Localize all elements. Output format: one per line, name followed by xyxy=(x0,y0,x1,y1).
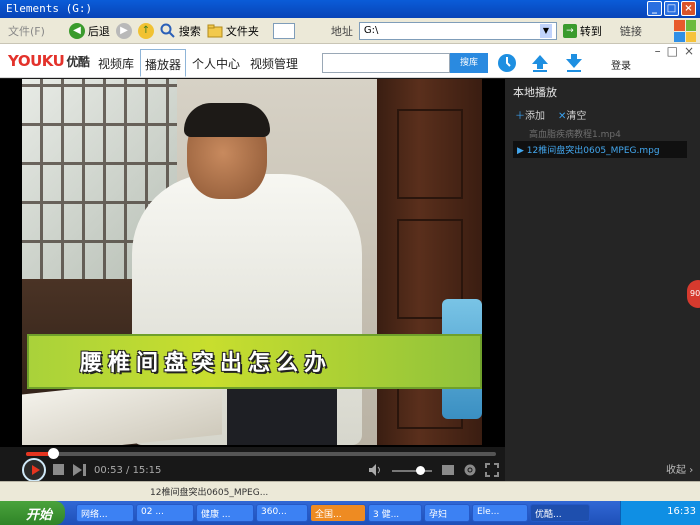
folder-icon xyxy=(207,24,223,37)
clock-icon[interactable] xyxy=(497,53,517,73)
taskbar-item[interactable]: 网络... xyxy=(76,504,134,522)
explorer-title-bar: Elements (G:) _ □ × xyxy=(0,0,700,18)
chevron-down-icon[interactable]: ▼ xyxy=(539,23,552,38)
menu-file[interactable]: 文件(F) xyxy=(8,23,45,39)
explorer-toolbar: 文件(F) ◀ 后退 ▶ ↑ 搜索 文件夹 地址 G:\ ▼ → 转到 链接 xyxy=(0,18,700,44)
taskbar: 开始 网络... 02 ... 健康 ... 360... 全国... 3 健... 孕妇 E… xyxy=(0,501,700,525)
add-button[interactable]: ＋添加 xyxy=(515,107,545,122)
window-minimize-icon[interactable]: – xyxy=(655,44,661,58)
side-badge[interactable]: 90 xyxy=(687,280,700,308)
explorer-title: Elements (G:) xyxy=(6,2,93,15)
go-label: 转到 xyxy=(579,24,602,38)
volume-slider[interactable] xyxy=(392,470,432,472)
clock: 16:33 xyxy=(667,506,696,517)
fullscreen-icon[interactable] xyxy=(485,463,499,477)
youku-nav: 视频库 播放器 个人中心 视频管理 xyxy=(94,49,304,77)
folders-label: 文件夹 xyxy=(225,24,259,38)
address-label: 地址 xyxy=(330,24,353,38)
settings-icon[interactable] xyxy=(463,463,477,477)
search-library-label: 搜库 xyxy=(459,58,478,68)
task-list: 网络... 02 ... 健康 ... 360... 全国... 3 健... 孕妇 Ele.… xyxy=(76,504,590,522)
login-button[interactable]: 登录 xyxy=(611,57,631,72)
next-icon[interactable] xyxy=(73,464,87,476)
taskbar-item[interactable]: 健康 ... xyxy=(196,504,254,522)
taskbar-item[interactable]: Ele... xyxy=(472,504,528,522)
total-time: 15:15 xyxy=(132,465,162,476)
background-file-label: 12椎间盘突出0605_MPEG... xyxy=(150,488,269,498)
add-label: 添加 xyxy=(525,111,545,122)
system-tray: 16:33 xyxy=(620,501,700,525)
collapse-label: 收起 xyxy=(666,465,686,476)
download-icon[interactable] xyxy=(564,53,584,73)
tab-video-management[interactable]: 视频管理 xyxy=(246,52,302,77)
youku-header: YOUKU 优酷 视频库 播放器 个人中心 视频管理 搜库 登录 – □ × xyxy=(0,44,700,78)
taskbar-item[interactable]: 孕妇 xyxy=(424,504,470,522)
playlist-title: 本地播放 xyxy=(513,86,557,99)
up-folder-icon[interactable]: ↑ xyxy=(137,22,154,39)
address-field[interactable]: G:\ ▼ xyxy=(358,21,557,40)
video-player[interactable]: 腰椎间盘突出怎么办 xyxy=(0,79,505,447)
folders-button[interactable]: 文件夹 xyxy=(207,23,259,39)
search-library-button[interactable]: 搜库 xyxy=(450,53,488,73)
address-value: G:\ xyxy=(363,25,379,36)
search-button[interactable]: 搜索 xyxy=(160,23,201,39)
go-button[interactable]: → 转到 xyxy=(562,23,602,39)
taskbar-item[interactable]: 全国... xyxy=(310,504,366,522)
time-readout: 00:53 / 15:15 xyxy=(94,465,162,476)
playlist-item-playing[interactable]: ▶ 12椎间盘突出0605_MPEG.mpg xyxy=(513,141,687,158)
plus-icon: ＋ xyxy=(515,111,525,122)
progress-track[interactable] xyxy=(26,452,496,456)
window-restore-icon[interactable]: □ xyxy=(667,44,678,58)
play-button[interactable] xyxy=(22,458,46,482)
clear-label: 清空 xyxy=(566,111,587,122)
playlist-item[interactable]: 高血脂疾病教程1.mp4 xyxy=(529,127,621,140)
close-icon[interactable]: × xyxy=(681,1,696,16)
current-time: 00:53 xyxy=(94,465,123,476)
clear-button[interactable]: ✕清空 xyxy=(558,107,586,122)
chevron-right-icon: › xyxy=(689,465,694,476)
windows-logo-icon xyxy=(674,20,696,42)
playlist-toggle-icon[interactable] xyxy=(441,463,455,477)
minimize-icon[interactable]: _ xyxy=(647,1,662,16)
stop-button[interactable] xyxy=(53,464,64,475)
video-frame: 腰椎间盘突出怎么办 xyxy=(22,79,482,445)
search-icon xyxy=(160,23,175,38)
tab-personal-center[interactable]: 个人中心 xyxy=(188,52,244,77)
start-button[interactable]: 开始 xyxy=(0,501,65,525)
tab-video-library[interactable]: 视频库 xyxy=(94,52,138,77)
youku-logo[interactable]: YOUKU 优酷 xyxy=(8,52,90,70)
back-icon: ◀ xyxy=(68,22,85,39)
back-button[interactable]: ◀ 后退 xyxy=(68,22,110,39)
views-icon[interactable] xyxy=(272,22,295,39)
maximize-icon[interactable]: □ xyxy=(664,1,679,16)
go-arrow-icon: → xyxy=(562,23,577,38)
playing-icon: ▶ xyxy=(517,146,527,156)
taskbar-item[interactable]: 3 健... xyxy=(368,504,422,522)
search-label: 搜索 xyxy=(178,24,201,38)
back-label: 后退 xyxy=(87,24,110,38)
taskbar-item[interactable]: 360... xyxy=(256,504,308,522)
start-label: 开始 xyxy=(26,508,53,523)
logo-cn-text: 优酷 xyxy=(66,55,90,69)
taskbar-item[interactable]: 优酷... xyxy=(530,504,590,522)
forward-icon[interactable]: ▶ xyxy=(115,22,132,39)
taskbar-item[interactable]: 02 ... xyxy=(136,504,194,522)
video-subtitle: 腰椎间盘突出怎么办 xyxy=(80,351,333,376)
volume-handle[interactable] xyxy=(416,466,425,475)
upload-icon[interactable] xyxy=(530,53,550,73)
window-close-icon[interactable]: × xyxy=(684,44,694,58)
tab-player[interactable]: 播放器 xyxy=(140,49,187,77)
background-status-strip: 12椎间盘突出0605_MPEG... xyxy=(0,481,700,501)
links-label[interactable]: 链接 xyxy=(620,23,642,39)
logo-youku-text: YOUKU xyxy=(8,52,65,70)
collapse-button[interactable]: 收起 › xyxy=(666,461,693,476)
playlist-item-label: 12椎间盘突出0605_MPEG.mpg xyxy=(526,146,660,156)
search-input[interactable] xyxy=(322,53,450,73)
volume-icon[interactable] xyxy=(369,464,383,476)
